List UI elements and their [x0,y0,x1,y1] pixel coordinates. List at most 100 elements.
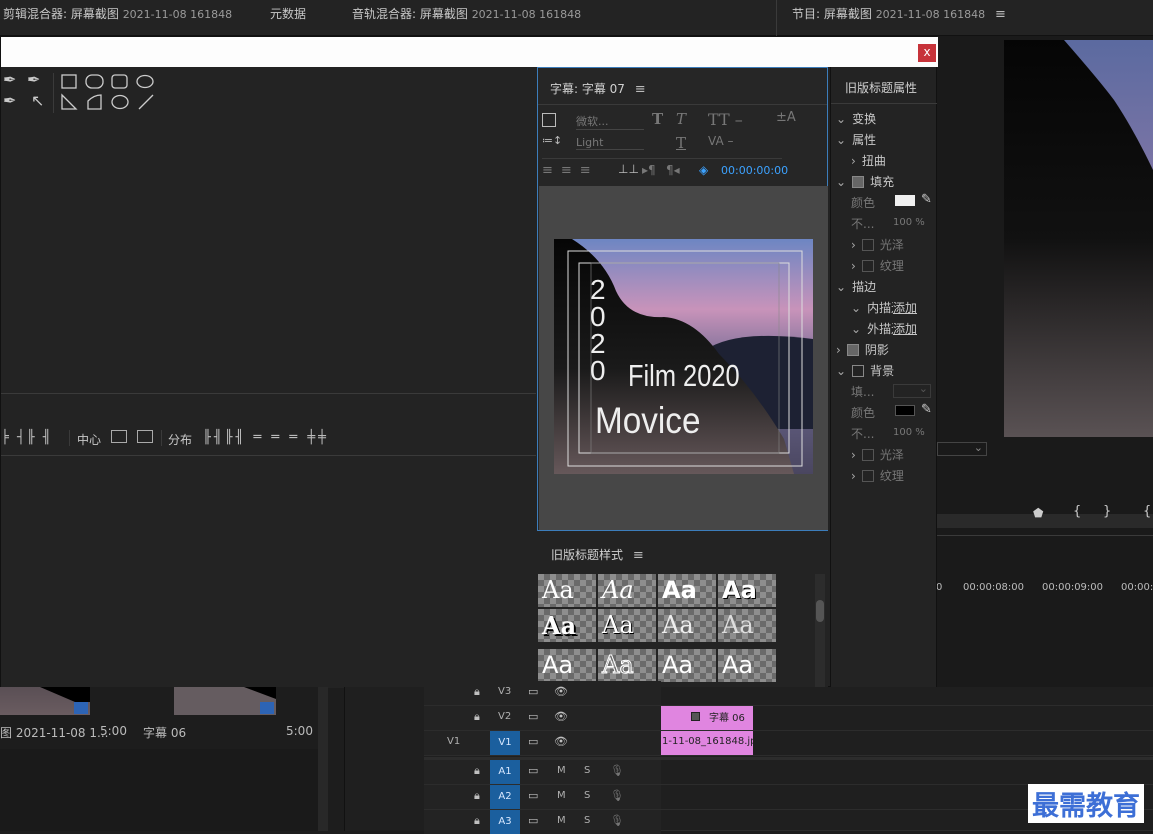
text-align-buttons[interactable]: ≡≡≡ [542,163,599,178]
style-swatch[interactable]: Aa [598,649,656,682]
center-vertical-icon[interactable] [137,430,153,443]
bg-opacity-value[interactable]: 100 % [893,427,925,438]
track-target[interactable]: A2 [490,785,520,809]
eyedropper-icon[interactable]: ✎ [921,402,932,417]
clip-thumbnail[interactable] [174,687,276,715]
show-background-video-icon[interactable] [542,113,556,127]
tab-metadata[interactable]: 元数据 [270,5,306,22]
bg-texture-row[interactable]: › 纹理 [851,467,904,484]
fill-section[interactable]: ⌄ 填充 [836,173,894,190]
sync-lock-icon[interactable]: ▭ [528,710,538,723]
paragraph-right-icon[interactable]: ¶◂ [666,163,680,177]
sync-lock-icon[interactable]: ▭ [528,814,538,827]
style-swatch[interactable]: Aa [538,609,596,642]
bg-sheen-row[interactable]: › 光泽 [851,446,904,463]
style-swatch[interactable]: Aa [538,649,596,682]
title-panel-menu-icon[interactable]: ≡ [635,82,646,97]
project-scrollbar[interactable] [318,687,328,831]
close-button[interactable]: x [918,44,936,62]
timeline-time-ruler[interactable]: 0 00:00:08:00 00:00:09:00 00:00:1 [936,582,1153,600]
fill-color-swatch[interactable] [895,195,915,206]
lock-icon[interactable]: 🔒︎ [474,814,480,828]
italic-icon[interactable]: T [676,110,686,128]
sync-lock-icon[interactable]: ▭ [528,735,538,748]
distribute-buttons[interactable]: ╟╢╟╢ ═ ═ ═ ╪╪ [203,430,329,445]
mark-out-icon[interactable]: } [1103,504,1111,519]
microphone-icon[interactable]: 🎙︎ [610,789,624,802]
sync-lock-icon[interactable]: ▭ [528,685,538,698]
go-to-in-icon[interactable]: { [1143,504,1151,519]
title-clip[interactable]: 字幕 06 [661,706,753,730]
styles-scroll-thumb[interactable] [816,600,824,622]
center-horizontal-icon[interactable] [111,430,127,443]
sheen-row[interactable]: › 光泽 [851,236,904,253]
pen-tool-icon[interactable]: ✒ [3,70,16,89]
bold-icon[interactable]: T [652,110,663,128]
convert-anchor-tool-icon[interactable]: ↖ [31,91,44,110]
sheen-checkbox[interactable] [861,239,874,251]
style-swatch[interactable]: Aa [658,609,716,642]
eye-icon[interactable]: 👁︎ [554,685,568,698]
kerning-icon[interactable]: VA – [708,134,733,148]
lock-icon[interactable]: 🔒︎ [474,789,480,803]
timecode-sync-icon[interactable]: ◈ [699,163,708,177]
lock-icon[interactable]: 🔒︎ [474,710,480,724]
style-swatch[interactable]: Aa [538,574,596,607]
shadow-checkbox[interactable] [846,344,859,356]
fill-opacity-value[interactable]: 100 % [893,217,925,228]
texture-row[interactable]: › 纹理 [851,257,904,274]
source-patch[interactable]: V1 [447,736,460,747]
delete-anchor-tool-icon[interactable]: ✒ [3,91,16,110]
clip2-name[interactable]: 字幕 06 [143,724,186,741]
style-swatch[interactable]: Aa [598,609,656,642]
mute-button[interactable]: M [557,815,566,826]
shadow-section[interactable]: › 阴影 [836,341,889,358]
tab-program[interactable]: 节目: 屏幕截图 2021-11-08 161848 ≡ [792,5,1006,22]
mute-button[interactable]: M [557,765,566,776]
distort-section[interactable]: › 扭曲 [851,152,886,169]
tab-stops-icon[interactable]: ≔↕ [542,134,562,147]
bg-texture-checkbox[interactable] [861,470,874,482]
fill-checkbox[interactable] [852,176,865,188]
font-style-select[interactable]: Light [576,136,644,150]
solo-button[interactable]: S [584,815,590,826]
title-timecode[interactable]: 00:00:00:00 [721,164,788,177]
transform-section[interactable]: ⌄ 变换 [836,110,876,127]
stroke-section[interactable]: ⌄ 描边 [836,278,876,295]
sync-lock-icon[interactable]: ▭ [528,764,538,777]
inner-stroke-add-link[interactable]: 添加 [893,299,918,316]
add-anchor-tool-icon[interactable]: ✒ [27,70,40,89]
image-clip[interactable]: 1-11-08_161848.jpg [661,731,753,755]
track-target[interactable]: V1 [490,731,520,755]
program-menu-icon[interactable]: ≡ [995,7,1006,22]
title-canvas[interactable]: 2 0 2 0 Film 2020 Movice [539,186,828,530]
eyedropper-icon[interactable]: ✎ [921,192,932,207]
attributes-section[interactable]: ⌄ 属性 [836,131,876,148]
bg-color-swatch[interactable] [895,405,915,416]
style-swatch[interactable]: Aa [598,574,656,607]
texture-checkbox[interactable] [861,260,874,272]
align-buttons[interactable]: ╞ ┤╟ ╢ [1,430,53,445]
microphone-icon[interactable]: 🎙︎ [610,764,624,777]
track-target[interactable]: A1 [490,760,520,784]
lock-icon[interactable]: 🔒︎ [474,685,480,699]
font-size-icon[interactable]: TT – [708,110,743,129]
program-timeline-ruler[interactable] [937,514,1153,528]
outer-stroke-add-link[interactable]: 添加 [893,320,918,337]
mark-in-icon[interactable]: { [1073,504,1081,519]
lock-icon[interactable]: 🔒︎ [474,764,480,778]
clip-thumbnail[interactable] [0,687,90,715]
tab-clip-mixer[interactable]: 剪辑混合器: 屏幕截图 2021-11-08 161848 [3,5,232,22]
sync-lock-icon[interactable]: ▭ [528,789,538,802]
fill-type-select[interactable]: ⌄ [893,382,931,398]
eye-icon[interactable]: 👁︎ [554,710,568,723]
clip1-name[interactable]: 图 2021-11-08 1... [0,724,108,741]
microphone-icon[interactable]: 🎙︎ [610,814,624,827]
bg-sheen-checkbox[interactable] [861,449,874,461]
underline-icon[interactable]: T [676,134,686,152]
baseline-shift-icon[interactable]: ±A [776,110,796,125]
style-swatch[interactable]: Aa [718,609,776,642]
zoom-dropdown[interactable]: ⌄ [937,441,987,456]
tab-stops-button-icon[interactable]: ⊥⊥ [618,162,639,176]
styles-scrollbar[interactable] [815,574,825,688]
